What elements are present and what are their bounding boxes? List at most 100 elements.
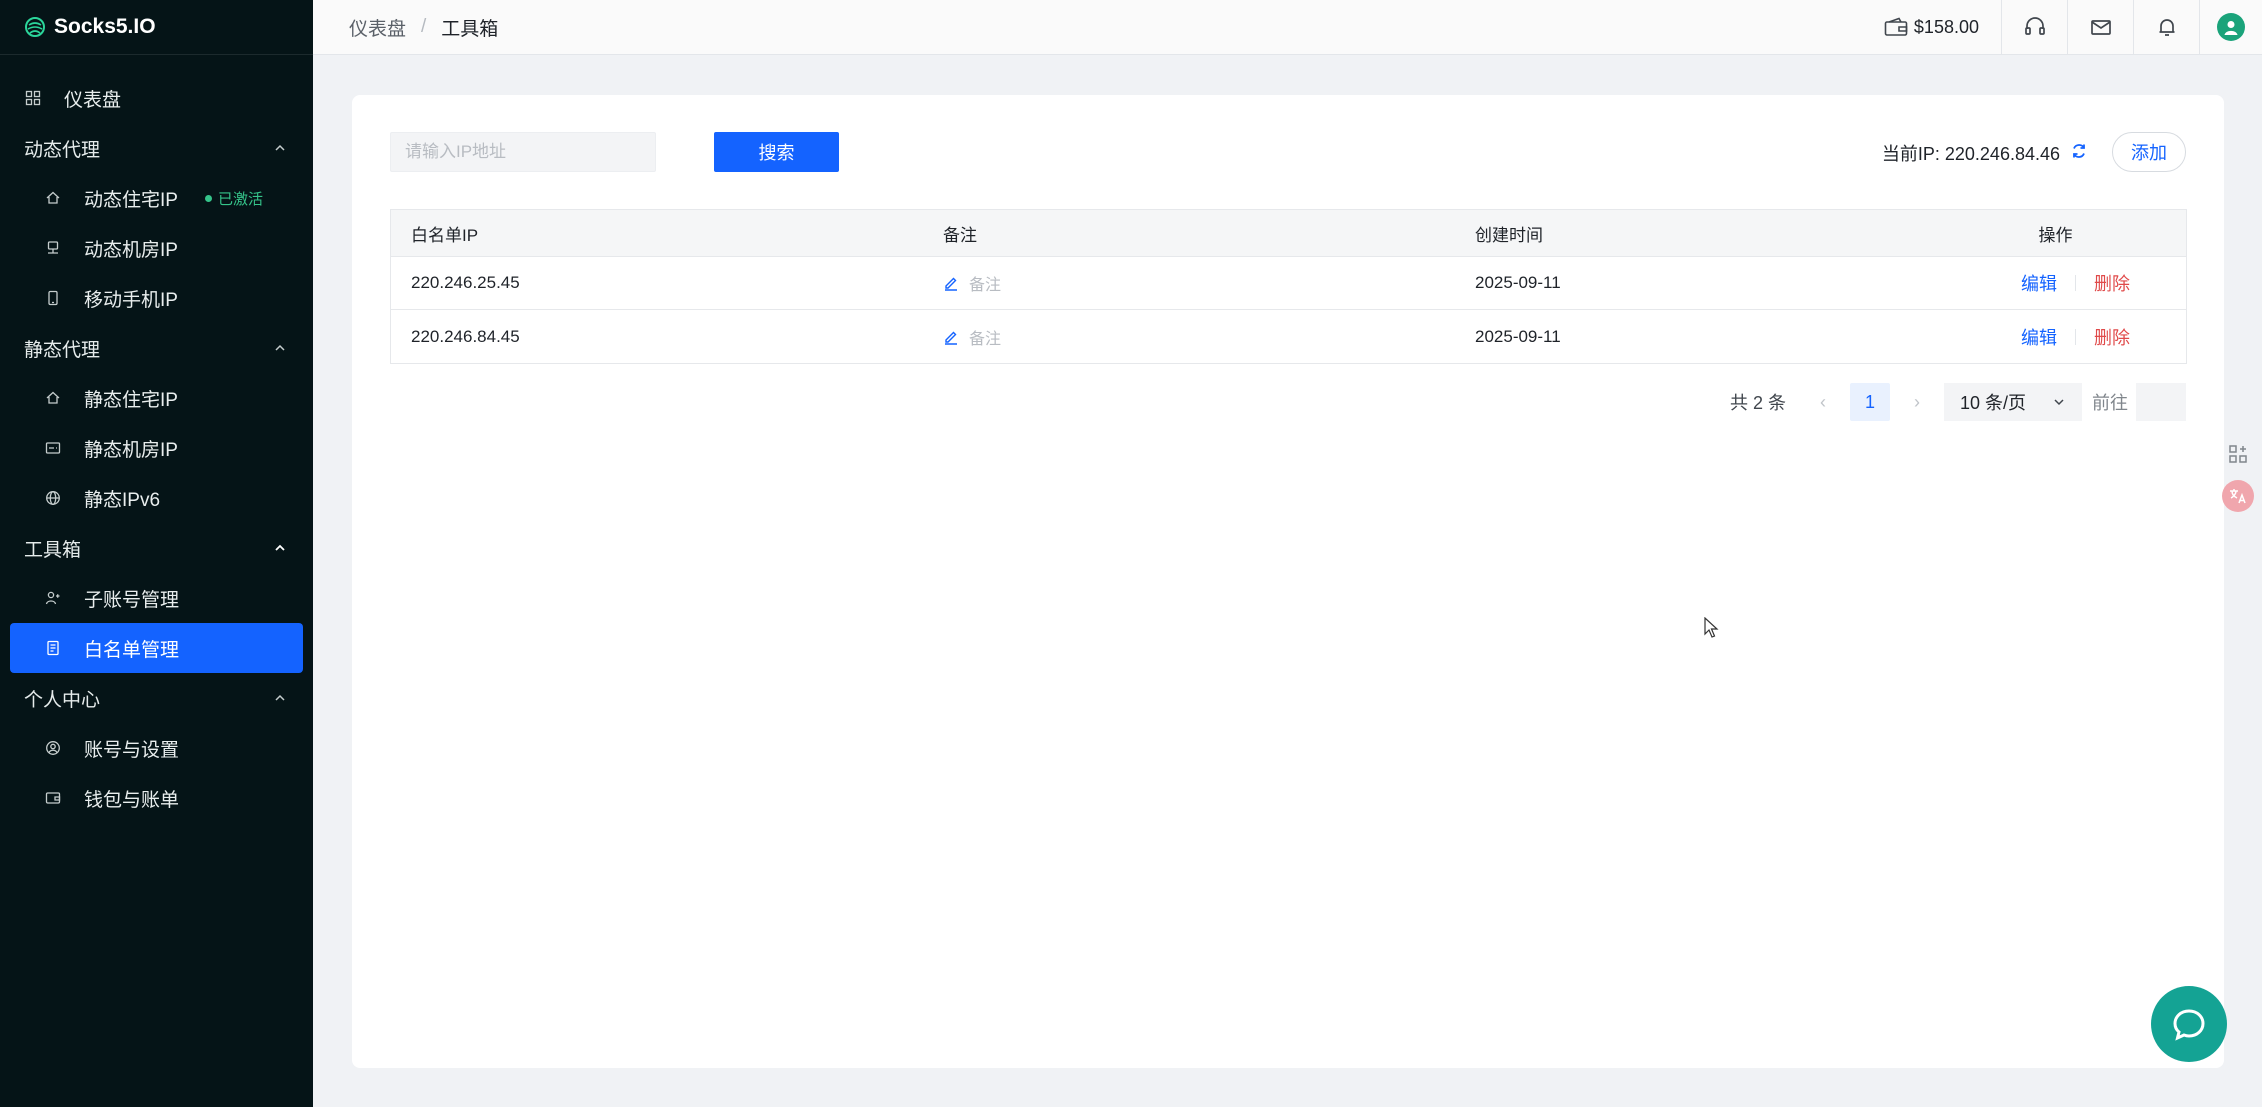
floating-tools: [2218, 428, 2262, 532]
grid-icon: [24, 89, 42, 107]
chevron-up-icon: [275, 694, 285, 701]
messages-button[interactable]: [2068, 0, 2134, 55]
logo[interactable]: Socks5.IO: [0, 0, 313, 55]
refresh-icon[interactable]: [2070, 142, 2088, 165]
sidebar-item-dynamic-residential-ip[interactable]: 动态住宅IP 已激活: [10, 173, 303, 223]
divider: [2075, 328, 2076, 345]
document-list-icon: [44, 639, 62, 657]
sidebar-item-label: 移动手机IP: [84, 289, 178, 311]
status-badge: 已激活: [204, 188, 263, 209]
ip-search-input[interactable]: [390, 132, 656, 172]
next-page-icon[interactable]: ›: [1902, 392, 1932, 413]
column-header-ip: 白名单IP: [411, 225, 479, 245]
cell-actions: 编辑 删除: [1975, 324, 2186, 350]
goto-page-input[interactable]: [2136, 383, 2186, 421]
sidebar-item-label: 动态机房IP: [84, 239, 178, 261]
column-header-created: 创建时间: [1475, 225, 1543, 245]
translate-icon[interactable]: [2222, 480, 2254, 512]
table-row: 220.246.25.45 备注 2025-09-11 编辑 删除: [391, 257, 2186, 310]
edit-pencil-icon[interactable]: [943, 329, 959, 345]
qr-scan-icon[interactable]: [2222, 438, 2254, 470]
breadcrumb: 仪表盘 / 工具箱: [313, 14, 1862, 41]
logo-icon: [25, 17, 45, 37]
sidebar-group-dynamic-proxy[interactable]: 动态代理: [0, 123, 313, 173]
prev-page-icon[interactable]: ‹: [1808, 392, 1838, 413]
sidebar-item-static-ipv6[interactable]: 静态IPv6: [10, 473, 303, 523]
cell-created: 2025-09-11: [1475, 326, 1561, 346]
goto-label: 前往: [2092, 393, 2128, 413]
whitelist-card: 搜索 当前IP: 220.246.84.46 添加 白名单IP 备注 创建时间 …: [352, 95, 2224, 1068]
sidebar-item-static-residential-ip[interactable]: 静态住宅IP: [10, 373, 303, 423]
wallet-icon: [44, 789, 62, 807]
sidebar-item-dashboard[interactable]: 仪表盘: [0, 73, 313, 123]
mouse-cursor-icon: [1704, 617, 1719, 638]
pagination: 共 2 条 ‹ 1 › 10 条/页 前往: [1730, 383, 2186, 421]
support-button[interactable]: [2002, 0, 2068, 55]
user-icon: [2224, 21, 2238, 35]
column-header-actions: 操作: [2038, 225, 2073, 245]
sidebar-item-label: 静态住宅IP: [84, 389, 178, 411]
delete-button[interactable]: 删除: [2094, 270, 2130, 296]
cell-created: 2025-09-11: [1475, 273, 1561, 292]
sidebar-item-whitelist[interactable]: 白名单管理: [10, 623, 303, 673]
chevron-down-icon: [2054, 399, 2064, 406]
sidebar-item-label: 白名单管理: [84, 639, 180, 661]
sidebar-item-label: 子账号管理: [84, 589, 180, 611]
chevron-up-icon: [275, 544, 285, 551]
cell-note[interactable]: 备注: [923, 325, 1455, 349]
logo-text: Socks5.IO: [54, 15, 156, 38]
user-circle-icon: [44, 739, 62, 757]
breadcrumb-item-current: 工具箱: [441, 18, 499, 40]
sidebar-item-mobile-ip[interactable]: 移动手机IP: [10, 273, 303, 323]
top-header: 仪表盘 / 工具箱 $158.00: [313, 0, 2262, 55]
sidebar-item-static-datacenter-ip[interactable]: 静态机房IP: [10, 423, 303, 473]
sidebar-item-subaccount[interactable]: 子账号管理: [10, 573, 303, 623]
table-header: 白名单IP 备注 创建时间 操作: [391, 210, 2186, 257]
page-size-select[interactable]: 10 条/页: [1944, 383, 2082, 421]
user-menu-button[interactable]: [2200, 0, 2262, 55]
cell-note[interactable]: 备注: [923, 271, 1455, 295]
page-number-current[interactable]: 1: [1850, 383, 1890, 421]
globe-icon: [44, 489, 62, 507]
edit-pencil-icon[interactable]: [943, 275, 959, 291]
sidebar-group-toolbox[interactable]: 工具箱: [0, 523, 313, 573]
users-icon: [44, 589, 62, 607]
sidebar-group-personal[interactable]: 个人中心: [0, 673, 313, 723]
sidebar-item-dynamic-datacenter-ip[interactable]: 动态机房IP: [10, 223, 303, 273]
bell-icon: [2159, 19, 2174, 36]
sidebar: Socks5.IO 仪表盘 动态代理 动态住宅IP 已激活 动态机房IP 移动手…: [0, 0, 313, 1107]
headset-icon: [2024, 17, 2045, 35]
whitelist-table: 白名单IP 备注 创建时间 操作 220.246.25.45 备注 2025-0…: [390, 209, 2187, 364]
balance-amount: $158.00: [1913, 16, 1979, 37]
delete-button[interactable]: 删除: [2094, 324, 2130, 350]
notifications-button[interactable]: [2134, 0, 2200, 55]
chevron-up-icon: [275, 144, 285, 151]
search-button[interactable]: 搜索: [714, 132, 839, 172]
edit-button[interactable]: 编辑: [2021, 270, 2057, 296]
wallet-icon: [1884, 17, 1908, 36]
current-ip-text: 当前IP: 220.246.84.46: [1881, 144, 2060, 164]
live-chat-button[interactable]: [2151, 986, 2227, 1062]
edit-button[interactable]: 编辑: [2021, 324, 2057, 350]
sidebar-item-wallet-billing[interactable]: 钱包与账单: [10, 773, 303, 823]
sidebar-group-static-proxy[interactable]: 静态代理: [0, 323, 313, 373]
note-text: 备注: [969, 277, 1002, 294]
current-ip: 当前IP: 220.246.84.46: [1882, 140, 2088, 166]
wallet-balance[interactable]: $158.00: [1862, 0, 2002, 55]
sidebar-item-account-settings[interactable]: 账号与设置: [10, 723, 303, 773]
pagination-total: 共 2 条: [1729, 393, 1786, 413]
badge-text: 已激活: [217, 190, 263, 208]
note-text: 备注: [969, 330, 1002, 348]
home-icon: [44, 389, 62, 407]
chevron-up-icon: [275, 344, 285, 351]
group-label: 工具箱: [24, 539, 82, 561]
add-button[interactable]: 添加: [2112, 132, 2186, 172]
cell-ip: 220.246.84.45: [411, 326, 520, 346]
sidebar-item-label: 动态住宅IP: [84, 189, 178, 211]
group-label: 静态代理: [24, 339, 101, 361]
breadcrumb-item-dashboard[interactable]: 仪表盘: [349, 14, 406, 41]
table-row: 220.246.84.45 备注 2025-09-11 编辑 删除: [391, 310, 2186, 363]
sidebar-item-label: 静态IPv6: [84, 489, 161, 511]
status-dot: [204, 194, 212, 202]
sidebar-item-label: 钱包与账单: [84, 789, 180, 811]
